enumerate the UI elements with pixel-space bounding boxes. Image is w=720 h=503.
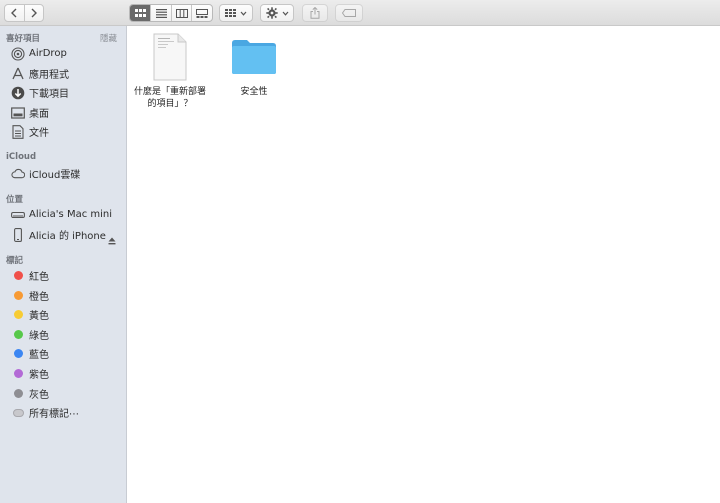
icon-grid-icon [134, 9, 146, 17]
mac-mini-icon [11, 208, 25, 222]
sidebar-item-label: 桌面 [29, 109, 49, 120]
eject-icon[interactable] [108, 230, 116, 249]
sidebar: 喜好項目 隱藏 AirDrop 應用程式 下載項目 桌面 文件 iCloud i… [0, 26, 127, 503]
airdrop-icon [11, 46, 25, 61]
sidebar-item-desktop[interactable]: 桌面 [0, 103, 127, 122]
navigation-buttons [4, 4, 44, 22]
share-button[interactable] [302, 4, 328, 22]
downloads-icon [11, 86, 25, 100]
sidebar-item-label: Alicia 的 iPhone [29, 231, 106, 242]
iphone-icon [11, 227, 25, 242]
action-menu-button[interactable] [260, 4, 294, 22]
file-item-folder[interactable]: 安全性 [214, 39, 294, 98]
edit-tags-button[interactable] [335, 4, 363, 22]
tag-color-dot-icon [11, 327, 25, 341]
tag-color-dot-icon [11, 406, 25, 420]
finder-window: 喜好項目 隱藏 AirDrop 應用程式 下載項目 桌面 文件 iCloud i… [0, 0, 720, 503]
sidebar-item-label: 所有標記⋯ [29, 409, 79, 421]
tag-color-dot-icon [11, 347, 25, 361]
sidebar-item-tag[interactable]: 橙色 [0, 286, 127, 305]
sidebar-item-label: 黃色 [29, 311, 49, 323]
sidebar-item-tag[interactable]: 所有標記⋯ [0, 403, 127, 422]
file-item-document[interactable]: 什麼是「重新部署 的項目」？ [130, 33, 210, 110]
sidebar-item-label: 藍色 [29, 350, 49, 362]
tag-color-dot-icon [11, 269, 25, 283]
forward-button[interactable] [23, 5, 43, 21]
sidebar-item-tag[interactable]: 灰色 [0, 384, 127, 403]
tag-color-dot-icon [11, 367, 25, 381]
gear-icon [265, 7, 278, 19]
sidebar-item-label: Alicia's Mac mini [29, 209, 113, 220]
sidebar-item-documents[interactable]: 文件 [0, 122, 127, 141]
chevron-left-icon [11, 8, 17, 18]
chevron-down-icon [240, 11, 247, 16]
gallery-view-button[interactable] [191, 5, 212, 21]
share-icon [310, 7, 320, 19]
documents-icon [11, 124, 25, 139]
icon-view-button[interactable] [130, 5, 151, 21]
list-view-button[interactable] [150, 5, 171, 21]
sidebar-item-label: 應用程式 [29, 70, 69, 81]
file-name-line: 的項目」？ [147, 99, 193, 109]
tag-color-dot-icon [11, 288, 25, 302]
tag-color-dot-icon [11, 308, 25, 322]
hide-favorites-link[interactable]: 隱藏 [100, 32, 117, 44]
icloud-section-title: iCloud [6, 152, 37, 162]
sidebar-item-label: 綠色 [29, 330, 49, 342]
back-button[interactable] [5, 5, 24, 21]
sidebar-item-icloud-drive[interactable]: iCloud雲碟 [0, 164, 127, 183]
sidebar-item-label: 下載項目 [29, 89, 69, 100]
tags-section-title: 標記 [6, 256, 24, 266]
sidebar-item-mac-mini[interactable]: Alicia's Mac mini [0, 205, 127, 224]
sidebar-item-tag[interactable]: 黃色 [0, 305, 127, 324]
sidebar-item-airdrop[interactable]: AirDrop [0, 44, 127, 63]
file-browser-content: 什麼是「重新部署 的項目」？ 安全性 [128, 27, 720, 503]
tag-color-dot-icon [11, 386, 25, 400]
sidebar-item-label: 灰色 [29, 389, 49, 401]
locations-section-title: 位置 [6, 195, 24, 205]
columns-icon [175, 8, 188, 18]
sidebar-item-label: 文件 [29, 128, 49, 139]
sidebar-item-tag[interactable]: 藍色 [0, 344, 127, 363]
sidebar-item-label: AirDrop [29, 48, 67, 59]
view-mode-segmented-control [129, 4, 213, 22]
desktop-icon [11, 106, 25, 120]
toolbar [0, 0, 720, 26]
list-icon [155, 8, 167, 18]
sidebar-item-label: 橙色 [29, 291, 49, 303]
favorites-section-title: 喜好項目 [6, 34, 41, 44]
document-icon [153, 33, 187, 81]
sidebar-item-tag[interactable]: 紫色 [0, 364, 127, 383]
applications-icon [11, 67, 25, 81]
chevron-right-icon [31, 8, 37, 18]
sidebar-item-iphone[interactable]: Alicia 的 iPhone [0, 225, 127, 245]
sidebar-item-tag[interactable]: 紅色 [0, 266, 127, 285]
sidebar-item-label: iCloud雲碟 [29, 170, 81, 181]
group-by-button[interactable] [219, 4, 253, 22]
column-view-button[interactable] [170, 5, 192, 21]
sidebar-item-tag[interactable]: 綠色 [0, 325, 127, 344]
sidebar-item-applications[interactable]: 應用程式 [0, 64, 127, 83]
gallery-icon [196, 8, 209, 18]
cloud-icon [11, 167, 25, 181]
file-name-line: 什麼是「重新部署 [133, 87, 206, 97]
chevron-down-icon [282, 11, 288, 16]
group-grid-icon [225, 9, 236, 17]
sidebar-item-label: 紅色 [29, 272, 49, 283]
sidebar-item-downloads[interactable]: 下載項目 [0, 83, 127, 102]
folder-icon [232, 40, 276, 74]
tag-icon [342, 9, 356, 17]
sidebar-item-label: 紫色 [29, 370, 49, 381]
file-name-line: 安全性 [240, 87, 268, 97]
